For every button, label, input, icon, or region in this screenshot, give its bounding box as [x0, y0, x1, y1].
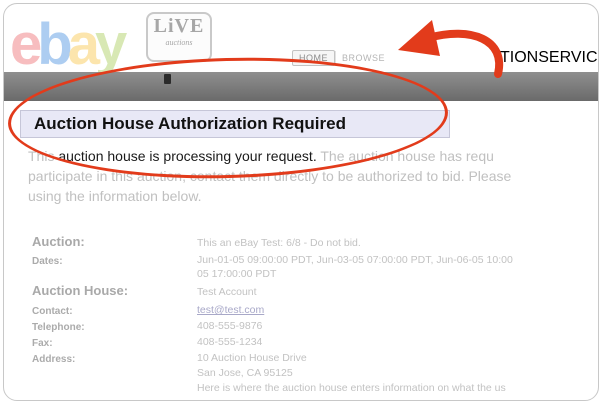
ebay-logo[interactable]: ebay	[10, 16, 127, 74]
dates-label: Dates:	[32, 256, 63, 267]
address-line-1: 10 Auction House Drive	[197, 352, 307, 364]
telephone-value: 408-555-9876	[197, 320, 263, 332]
logo-letter: e	[10, 12, 42, 77]
live-auctions-logo[interactable]: LiVE auctions	[146, 12, 212, 62]
address-line-2: San Jose, CA 95125	[197, 367, 293, 379]
dates-value: Jun-01-05 09:00:00 PDT, Jun-03-05 07:00:…	[197, 254, 513, 266]
auction-label: Auction:	[32, 234, 85, 249]
contact-email-link[interactable]: test@test.com	[197, 304, 264, 316]
auction-value: This an eBay Test: 6/8 - Do not bid.	[197, 237, 361, 249]
live-badge-subtitle: auctions	[165, 38, 193, 47]
logo-letter: b	[37, 12, 73, 77]
contact-label: Contact:	[32, 306, 73, 317]
logo-letter: y	[94, 12, 127, 77]
auction-house-value: Test Account	[197, 286, 257, 298]
tab-services[interactable]: SERVICES	[538, 49, 598, 67]
address-line-3: Here is where the auction house enters i…	[197, 382, 506, 394]
telephone-label: Telephone:	[32, 322, 85, 333]
live-badge-title: LiVE	[153, 15, 205, 37]
dates-value-continued: 05 17:00:00 PDT	[197, 268, 277, 280]
auction-house-label: Auction House:	[32, 283, 129, 298]
fax-value: 408-555-1234	[197, 336, 263, 348]
paragraph-line-3: using the information below.	[28, 188, 202, 204]
fax-label: Fax:	[32, 338, 53, 349]
logo-letter: a	[67, 12, 100, 77]
curved-arrow-icon	[398, 20, 504, 78]
address-label: Address:	[32, 354, 76, 365]
